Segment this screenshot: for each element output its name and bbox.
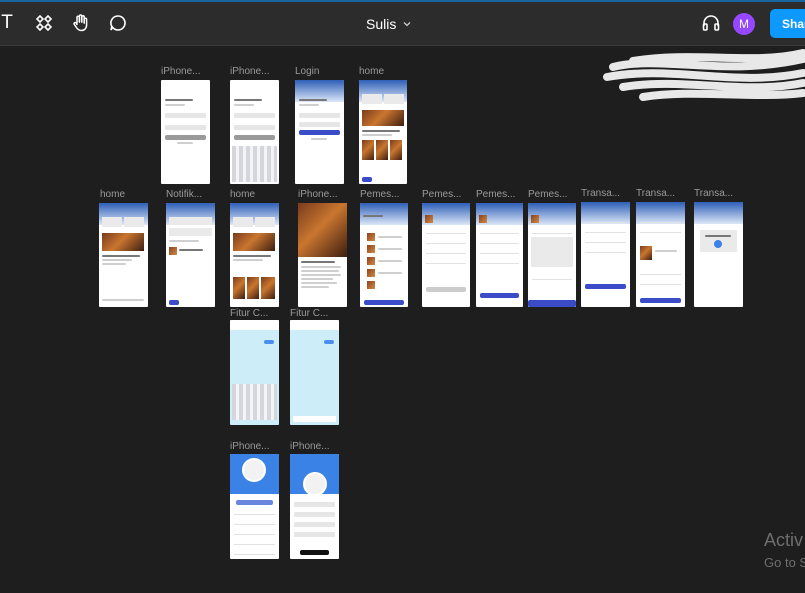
frame-label[interactable]: Fitur C... xyxy=(230,308,268,319)
hand-tool-icon[interactable] xyxy=(70,12,92,34)
frame-fitur-chat-2[interactable] xyxy=(290,320,339,425)
frame-iphone-login-2[interactable] xyxy=(230,80,279,184)
frame-label[interactable]: iPhone... xyxy=(161,66,200,77)
frame-pemesanan-3[interactable] xyxy=(476,203,523,307)
frame-label[interactable]: Pemes... xyxy=(476,189,515,200)
frame-label[interactable]: Notifik... xyxy=(166,189,202,200)
frame-label[interactable]: Login xyxy=(295,66,319,77)
redaction-scribble xyxy=(603,49,805,101)
activation-watermark-subtitle: Go to S xyxy=(764,555,805,570)
avatar[interactable]: M xyxy=(733,13,755,35)
frame-iphone-detail[interactable] xyxy=(298,203,347,307)
toolbar-accent-line xyxy=(0,0,805,2)
frame-label[interactable]: home xyxy=(359,66,384,77)
frame-home-1[interactable] xyxy=(359,80,407,184)
frame-home-2[interactable] xyxy=(99,203,148,307)
activation-watermark-title: Activ xyxy=(764,530,804,550)
frame-iphone-profile-1[interactable] xyxy=(230,454,279,559)
frame-pemesanan-4[interactable] xyxy=(528,203,576,307)
frame-label[interactable]: Transa... xyxy=(694,188,733,199)
frame-label[interactable]: Fitur C... xyxy=(290,308,328,319)
frame-label[interactable]: iPhone... xyxy=(290,441,329,452)
text-tool-icon[interactable]: T xyxy=(0,12,18,34)
frame-notifikasi[interactable] xyxy=(166,203,215,307)
frame-label[interactable]: iPhone... xyxy=(230,66,269,77)
comment-icon[interactable] xyxy=(107,12,129,34)
file-title-menu[interactable]: Sulis xyxy=(366,14,412,34)
frame-transaksi-3[interactable] xyxy=(694,202,743,307)
frame-label[interactable]: Transa... xyxy=(581,188,620,199)
frame-home-3[interactable] xyxy=(230,203,279,307)
frame-label[interactable]: home xyxy=(100,189,125,200)
frame-iphone-login-1[interactable] xyxy=(161,80,210,184)
frame-transaksi-2[interactable] xyxy=(636,202,685,307)
headphones-icon[interactable] xyxy=(700,12,722,34)
frame-label[interactable]: iPhone... xyxy=(230,441,269,452)
frame-label[interactable]: Pemes... xyxy=(422,189,461,200)
frame-label[interactable]: home xyxy=(230,189,255,200)
frame-pemesanan-1[interactable] xyxy=(360,203,408,307)
share-button[interactable]: Share xyxy=(770,9,805,38)
frame-label[interactable]: iPhone... xyxy=(298,189,337,200)
frame-label[interactable]: Transa... xyxy=(636,188,675,199)
frame-label[interactable]: Pemes... xyxy=(528,189,567,200)
chevron-down-icon xyxy=(403,22,411,27)
frame-pemesanan-2[interactable] xyxy=(422,203,470,307)
top-toolbar: T Sulis M Share xyxy=(0,0,805,46)
frame-transaksi-1[interactable] xyxy=(581,202,630,307)
components-icon[interactable] xyxy=(33,12,55,34)
frame-login[interactable] xyxy=(295,80,344,184)
file-title: Sulis xyxy=(366,16,397,32)
frame-label[interactable]: Pemes... xyxy=(360,189,399,200)
frame-iphone-profile-2[interactable] xyxy=(290,454,339,559)
frame-fitur-chat-1[interactable] xyxy=(230,320,279,425)
